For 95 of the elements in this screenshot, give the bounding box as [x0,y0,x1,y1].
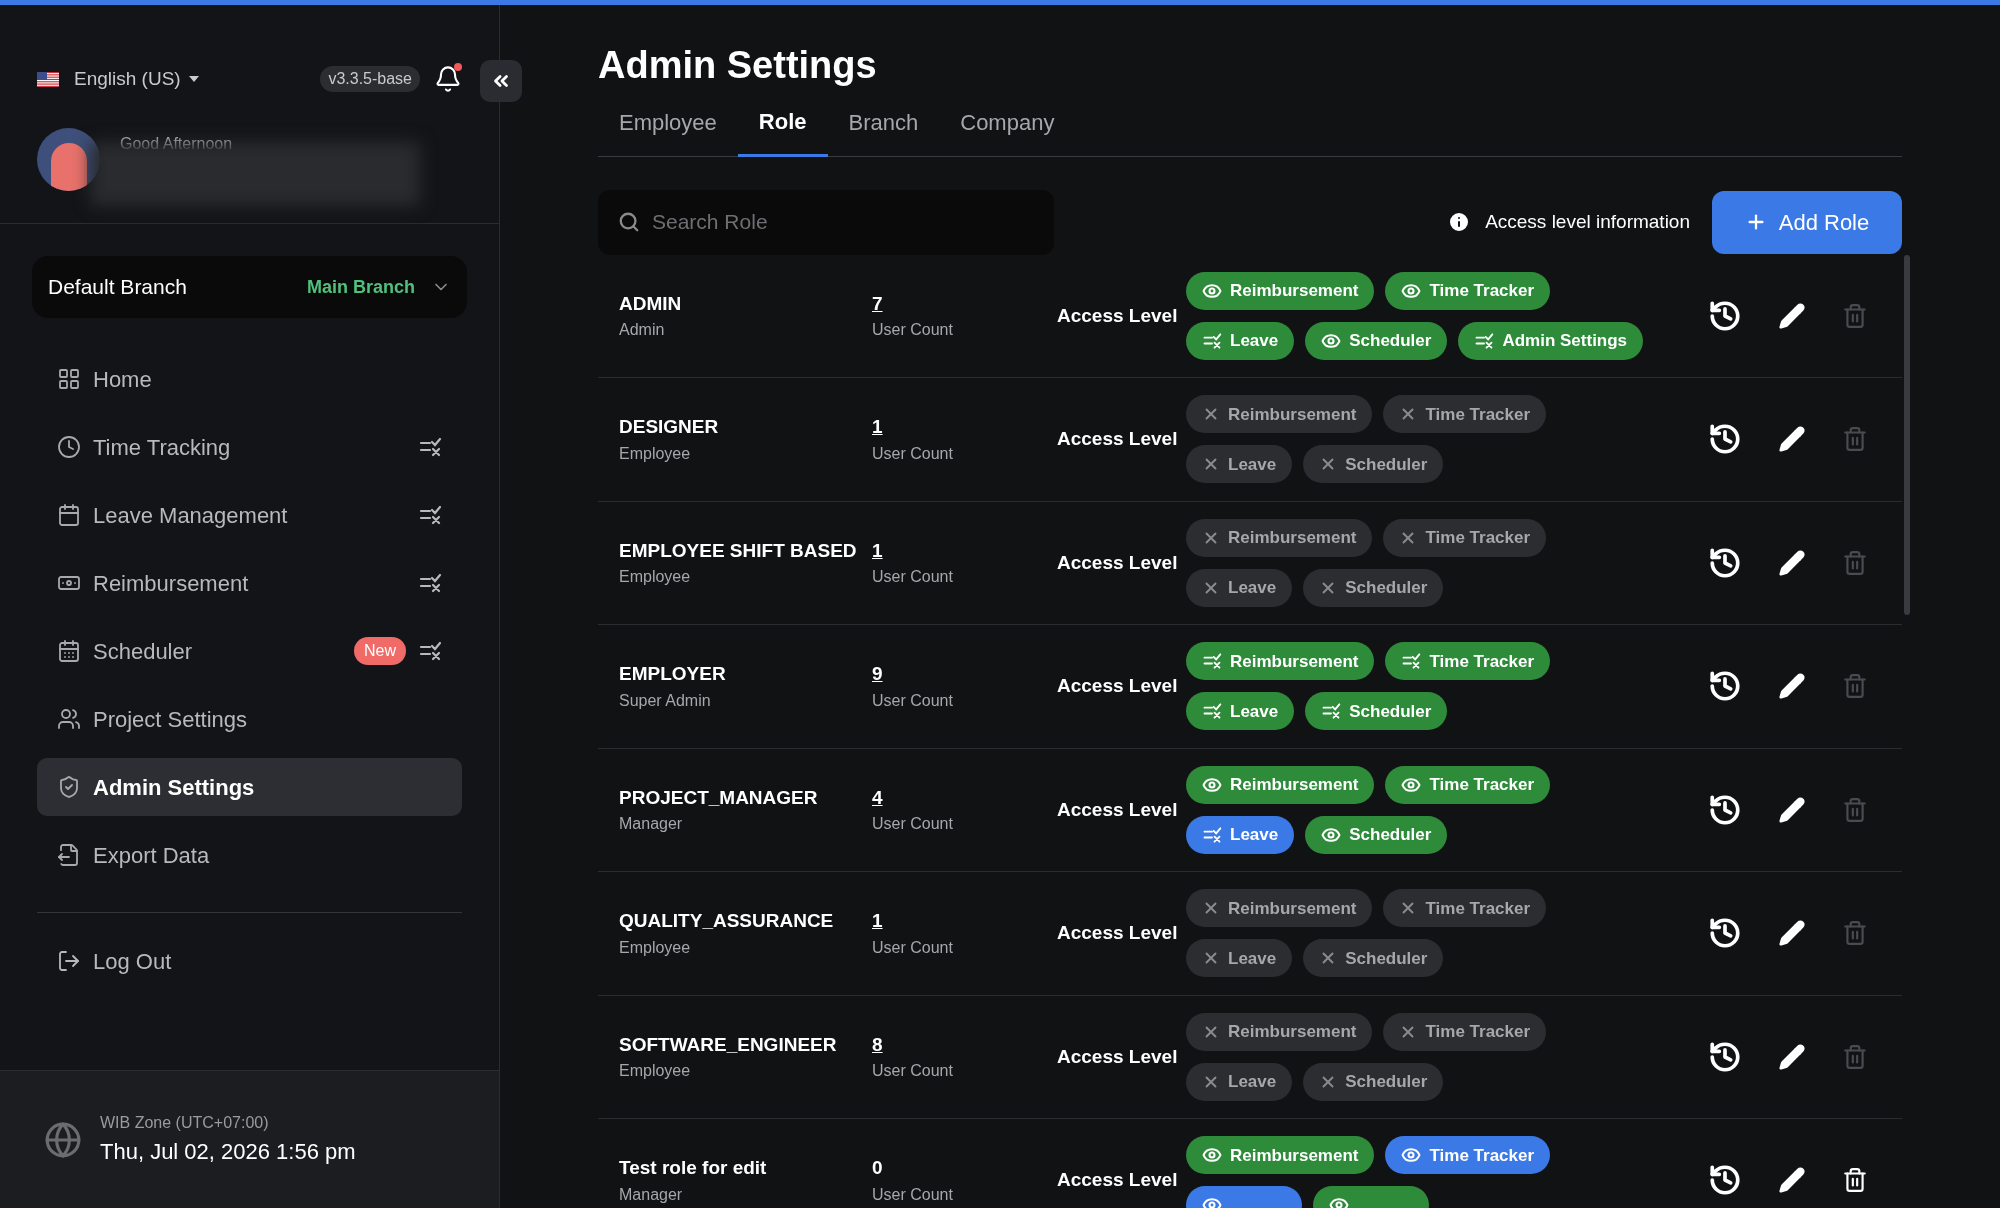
user-count[interactable]: 9 [872,660,883,689]
timezone-text: WIB Zone (UTC+07:00) [100,1113,270,1133]
access-chip: Scheduler [1305,321,1448,360]
logout-button[interactable]: Log Out [37,933,462,989]
add-role-button[interactable]: Add Role [1712,190,1902,254]
role-type: Employee [619,567,692,588]
access-chip: Time Tracker [1383,518,1547,557]
user-count-label: User Count [872,814,953,835]
access-level-label: Access Level [1057,1168,1179,1193]
role-name: PROJECT_MANAGER [619,785,819,810]
sidebar-item[interactable]: Admin Settings [37,758,462,816]
role-type: Super Admin [619,690,712,711]
language-select[interactable]: English (US) [74,64,199,94]
access-chip: Leave [1186,568,1293,607]
access-level-label: Access Level [1057,797,1179,822]
access-chip: Scheduler [1303,1062,1444,1101]
role-name: Test role for edit [619,1156,768,1181]
access-chip: Leave [1186,815,1295,854]
role-type: Manager [619,1184,684,1205]
access-chip: Reimbursement [1186,395,1373,434]
access-chip: Time Tracker [1383,395,1547,434]
access-chip: Leave [1186,692,1295,731]
access-chip: Leave [1186,445,1293,484]
access-chip: Time Tracker [1383,1012,1547,1051]
user-count-label: User Count [872,937,953,958]
role-name: ADMIN [619,291,683,316]
user-count-label: User Count [872,320,953,341]
user-count-label: User Count [872,690,953,711]
access-level-label: Access Level [1057,303,1179,328]
role-type: Employee [619,1061,692,1082]
tab[interactable]: Employee [598,100,738,156]
access-chip: Scheduler [1305,815,1448,854]
sidebar-item[interactable]: Home [37,350,462,408]
access-chip: Scheduler [1303,445,1444,484]
access-chip: Reimbursement [1186,1136,1375,1175]
access-chip: Reimbursement [1186,889,1373,928]
user-count[interactable]: 8 [872,1030,883,1060]
branch-select[interactable]: Default Branch Main Branch [32,256,467,318]
access-chip: Reimbursement [1186,642,1375,681]
access-level-label: Access Level [1057,674,1179,699]
role-name: QUALITY_ASSURANCE [619,909,835,934]
page-title: Admin Settings [598,43,878,88]
access-chip: Reimbursement [1186,518,1373,557]
access-chip: Leave [1186,939,1293,978]
role-type: Employee [619,937,692,958]
user-count: 0 [872,1156,883,1181]
access-level-label: Access Level [1057,427,1179,452]
user-count-label: User Count [872,1061,953,1082]
access-level-label: Access Level [1057,1044,1179,1069]
user-count[interactable]: 1 [872,413,883,442]
user-count-label: User Count [872,1184,953,1205]
access-chip: Time Tracker [1385,1136,1551,1175]
access-chip: Time Tracker [1385,642,1551,681]
sidebar-item[interactable]: Scheduler New [37,622,462,680]
sidebar-item[interactable]: Time Tracking [37,418,462,476]
role-name: EMPLOYER [619,662,727,687]
role-name: DESIGNER [619,415,720,440]
sidebar-item[interactable]: Leave Management [37,486,462,544]
access-chip: Leave [1186,321,1295,360]
user-count-label: User Count [872,443,953,464]
greeting-text: Good Afternoon [120,135,233,152]
access-chip: Reimbursement [1186,1012,1373,1051]
new-badge: New [354,637,406,665]
access-chip: Time Tracker [1385,765,1551,804]
user-count[interactable]: 7 [872,289,883,319]
sidebar-item[interactable]: Project Settings [37,690,462,748]
access-chip: Scheduler [1303,568,1444,607]
access-chip: Leave [1186,1062,1293,1101]
access-chip: Scheduler [1305,692,1448,731]
access-level-label: Access Level [1057,550,1179,575]
version-badge: v3.3.5-base [320,66,420,92]
role-type: Admin [619,320,666,341]
sidebar-item[interactable]: Export Data [37,826,462,884]
access-info-link[interactable]: Access level information [1447,207,1690,237]
tab[interactable]: Branch [827,100,940,156]
role-name: EMPLOYEE SHIFT BASED [619,538,858,563]
role-name: SOFTWARE_ENGINEER [619,1032,838,1057]
search-field[interactable]: Search Role [598,189,1054,255]
role-type: Employee [619,443,692,464]
access-chip: Time Tracker [1383,889,1547,928]
user-count[interactable]: 1 [872,536,883,566]
datetime-text: Thu, Jul 02, 2026 1:56 pm [100,1138,356,1166]
user-count[interactable]: 4 [872,783,883,813]
access-chip: Reimbursement [1186,271,1375,310]
role-type: Manager [619,814,684,835]
user-count[interactable]: 1 [872,907,883,936]
sidebar-item[interactable]: Reimbursement [37,554,462,612]
access-chip: Scheduler [1303,939,1444,978]
access-chip: Admin Settings [1458,321,1644,360]
access-chip: Time Tracker [1385,271,1551,310]
tab[interactable]: Role [737,100,828,157]
access-chip: Reimbursement [1186,765,1375,804]
access-level-label: Access Level [1057,921,1179,946]
tab[interactable]: Company [939,100,1076,156]
user-count-label: User Count [872,567,953,588]
